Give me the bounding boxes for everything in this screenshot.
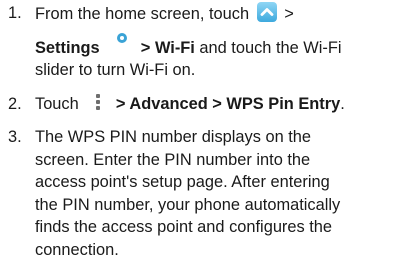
settings-icon: [112, 32, 132, 44]
menu-icon: [91, 93, 105, 111]
path-separator: >: [140, 38, 151, 57]
wifi-label: Wi-Fi: [154, 38, 195, 57]
step-text: access point's setup page. After enterin…: [35, 173, 330, 192]
up-arrow-icon: [256, 2, 277, 22]
step-body: Touch > Advanced > WPS Pin Entry.: [35, 93, 407, 116]
settings-label: Settings: [35, 38, 100, 57]
step-body: The WPS PIN number displays on the scree…: [35, 126, 407, 262]
step-text: the PIN number, your phone automatically: [35, 195, 341, 214]
menu-path: > Advanced > WPS Pin Entry: [115, 95, 341, 113]
step-text: slider to turn Wi-Fi on.: [35, 61, 196, 80]
step-text: .: [340, 95, 345, 113]
step-text: The WPS PIN number displays on the: [35, 128, 312, 146]
step-text: screen. Enter the PIN number into the: [35, 150, 311, 169]
step-text: From the home screen, touch: [35, 5, 250, 23]
step-body: From the home screen, touch > Settings >…: [35, 2, 407, 82]
step-text: Touch: [35, 95, 79, 113]
path-separator: >: [284, 5, 294, 23]
step-text: finds the access point and configures th…: [35, 218, 333, 237]
step-text: and touch the Wi-Fi: [199, 38, 342, 57]
step-number: 2.: [8, 95, 22, 113]
step-number: 3.: [8, 128, 22, 146]
step-text: connection.: [35, 240, 119, 259]
step-number: 1.: [8, 4, 22, 22]
